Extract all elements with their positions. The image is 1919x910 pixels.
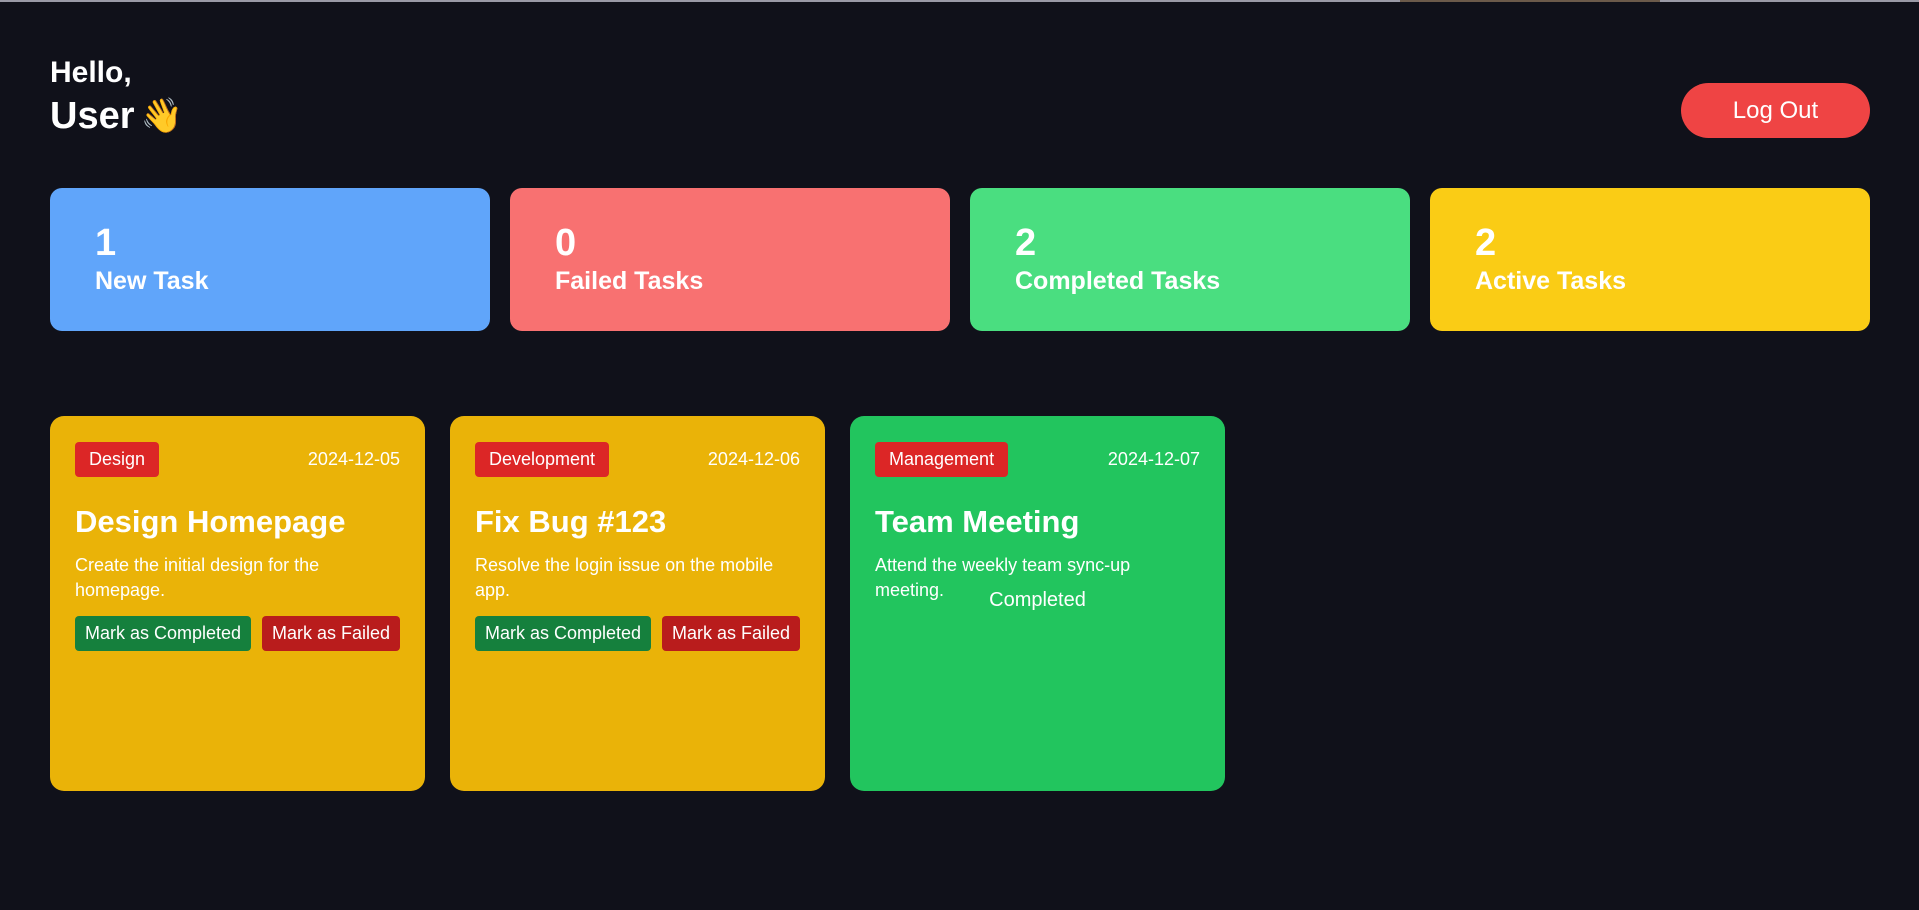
task-actions: Mark as Completed Mark as Failed	[475, 616, 800, 651]
mark-completed-button[interactable]: Mark as Completed	[475, 616, 652, 651]
stat-count: 2	[1475, 222, 1497, 264]
task-description: Resolve the login issue on the mobile ap…	[475, 555, 774, 600]
task-card: Development 2024-12-06 Fix Bug #123 Reso…	[450, 416, 825, 791]
stat-label: New Task	[95, 267, 209, 295]
stat-label: Failed Tasks	[555, 267, 704, 295]
stat-card-new: 1 New Task	[50, 188, 490, 331]
top-border-mark	[1400, 0, 1660, 2]
stats-row: 1 New Task 0 Failed Tasks 2 Completed Ta…	[50, 188, 1870, 331]
task-card-header: Management 2024-12-07	[875, 441, 1200, 477]
stat-card-completed: 2 Completed Tasks	[970, 188, 1410, 331]
task-card: Design 2024-12-05 Design Homepage Create…	[50, 416, 425, 791]
stat-label: Completed Tasks	[1015, 267, 1221, 295]
username-row: User 👋	[50, 94, 1870, 138]
stat-count: 1	[95, 222, 117, 264]
task-date: 2024-12-07	[1107, 448, 1200, 469]
task-date: 2024-12-06	[707, 448, 800, 469]
task-description: Create the initial design for the homepa…	[75, 555, 320, 600]
category-badge: Design	[75, 441, 160, 477]
stat-label: Active Tasks	[1475, 267, 1627, 295]
mark-failed-button[interactable]: Mark as Failed	[661, 616, 800, 651]
task-card-header: Development 2024-12-06	[475, 441, 800, 477]
logout-button[interactable]: Log Out	[1681, 83, 1870, 138]
stat-card-active: 2 Active Tasks	[1430, 188, 1870, 331]
task-actions: Mark as Completed Mark as Failed	[75, 616, 400, 651]
task-date: 2024-12-05	[307, 448, 400, 469]
wave-icon: 👋	[140, 96, 183, 136]
greeting: Hello,	[50, 56, 132, 89]
task-title: Team Meeting	[875, 504, 1080, 539]
task-title: Fix Bug #123	[475, 504, 667, 539]
stat-card-failed: 0 Failed Tasks	[510, 188, 950, 331]
task-card: Management 2024-12-07 Team Meeting Atten…	[850, 416, 1225, 791]
stat-count: 2	[1015, 222, 1037, 264]
task-list: Design 2024-12-05 Design Homepage Create…	[50, 416, 1225, 791]
mark-completed-button[interactable]: Mark as Completed	[75, 616, 252, 651]
category-badge: Management	[875, 441, 1009, 477]
task-card-header: Design 2024-12-05	[75, 441, 400, 477]
category-badge: Development	[475, 441, 610, 477]
mark-failed-button[interactable]: Mark as Failed	[261, 616, 400, 651]
task-title: Design Homepage	[75, 504, 346, 539]
header: Hello, User 👋 Log Out	[50, 54, 1870, 144]
username: User	[50, 95, 135, 137]
stat-count: 0	[555, 222, 577, 264]
